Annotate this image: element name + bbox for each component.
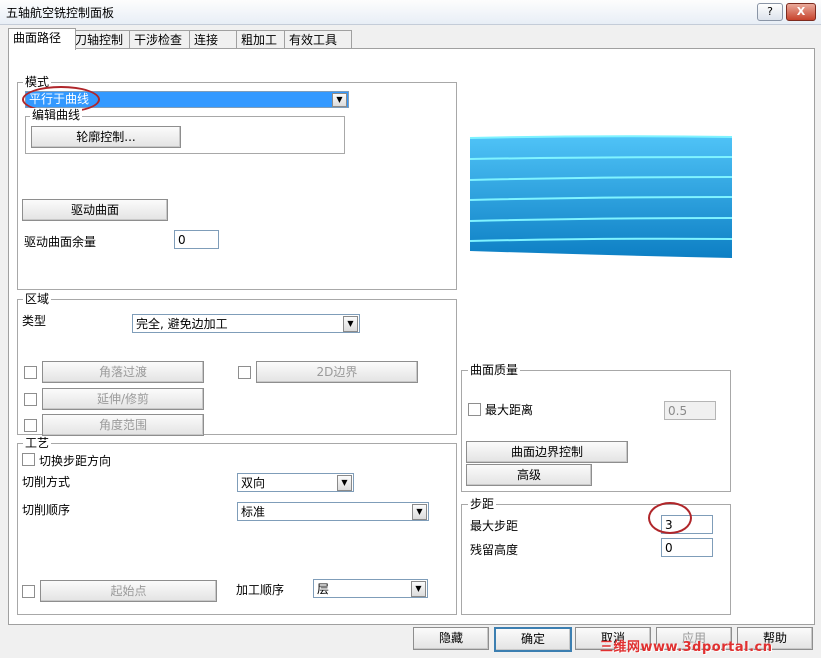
hide-button[interactable]: 隐藏 [413, 627, 489, 650]
max-distance-checkbox[interactable] [468, 403, 481, 416]
drive-allowance-input[interactable]: 0 [174, 230, 219, 249]
surface-edge-control-button[interactable]: 曲面边界控制 [466, 441, 628, 463]
region-type-select[interactable]: 完全, 避免边加工 ▼ [132, 314, 360, 333]
cut-order-select[interactable]: 标准 ▼ [237, 502, 429, 521]
boundary-2d-checkbox[interactable] [238, 366, 251, 379]
region-type-value: 完全, 避免边加工 [136, 317, 228, 331]
chevron-down-icon[interactable]: ▼ [343, 316, 358, 332]
start-point-checkbox[interactable] [22, 585, 35, 598]
start-point-button[interactable]: 起始点 [40, 580, 217, 602]
stepover-group-label: 步距 [468, 497, 497, 511]
window-title: 五轴航空铣控制面板 [6, 6, 115, 20]
scallop-height-label: 残留高度 [470, 543, 519, 557]
extend-trim-button[interactable]: 延伸/修剪 [42, 388, 204, 410]
ok-button[interactable]: 确定 [494, 627, 572, 652]
tab-link[interactable]: 连接 [189, 30, 242, 49]
switch-step-label: 切换步距方向 [39, 454, 112, 468]
close-button[interactable]: X [786, 3, 816, 21]
boundary-2d-button[interactable]: 2D边界 [256, 361, 418, 383]
chevron-down-icon[interactable]: ▼ [337, 475, 352, 491]
scallop-height-input[interactable]: 0 [661, 538, 713, 557]
watermark: 三维网www.3dportal.cn [600, 640, 773, 655]
cut-order-label: 切削顺序 [22, 503, 71, 517]
edit-curve-label: 编辑曲线 [30, 108, 83, 122]
chevron-down-icon[interactable]: ▼ [411, 581, 426, 597]
process-group-label: 工艺 [23, 436, 52, 450]
help-title-button[interactable]: ? [757, 3, 783, 21]
cut-order-value: 标准 [241, 505, 266, 519]
corner-checkbox[interactable] [24, 366, 37, 379]
tab-tools[interactable]: 有效工具 [284, 30, 352, 49]
angle-checkbox[interactable] [24, 419, 37, 432]
advanced-button[interactable]: 高级 [466, 464, 592, 486]
max-step-label: 最大步距 [470, 519, 519, 533]
cut-method-select[interactable]: 双向 ▼ [237, 473, 354, 492]
drive-allowance-label: 驱动曲面余量 [24, 235, 97, 249]
profile-control-button[interactable]: 轮廓控制... [31, 126, 181, 148]
region-type-label: 类型 [22, 314, 47, 328]
cut-method-label: 切削方式 [22, 475, 71, 489]
chevron-down-icon[interactable]: ▼ [412, 504, 427, 520]
switch-step-checkbox[interactable] [22, 453, 35, 466]
highlight-circle [648, 502, 692, 534]
max-distance-input[interactable]: 0.5 [664, 401, 716, 420]
machining-order-value: 层 [317, 582, 330, 596]
region-group-label: 区域 [23, 292, 52, 306]
tab-interference[interactable]: 干涉检查 [129, 30, 195, 49]
surface-preview [469, 135, 733, 258]
corner-transition-button[interactable]: 角落过渡 [42, 361, 204, 383]
cut-method-value: 双向 [241, 476, 266, 490]
machining-order-label: 加工顺序 [236, 583, 285, 597]
machining-order-select[interactable]: 层 ▼ [313, 579, 428, 598]
tab-roughing[interactable]: 粗加工 [236, 30, 290, 49]
mode-group [17, 82, 457, 290]
drive-surface-button[interactable]: 驱动曲面 [22, 199, 168, 221]
title-bar: 五轴航空铣控制面板 ? X [0, 0, 821, 25]
surface-quality-label: 曲面质量 [468, 363, 521, 377]
max-distance-label: 最大距离 [485, 403, 534, 417]
tab-surface-path[interactable]: 曲面路径 [8, 28, 76, 50]
chevron-down-icon[interactable]: ▼ [332, 93, 347, 107]
extend-checkbox[interactable] [24, 393, 37, 406]
angle-range-button[interactable]: 角度范围 [42, 414, 204, 436]
tab-tool-axis[interactable]: 刀轴控制 [70, 30, 135, 49]
